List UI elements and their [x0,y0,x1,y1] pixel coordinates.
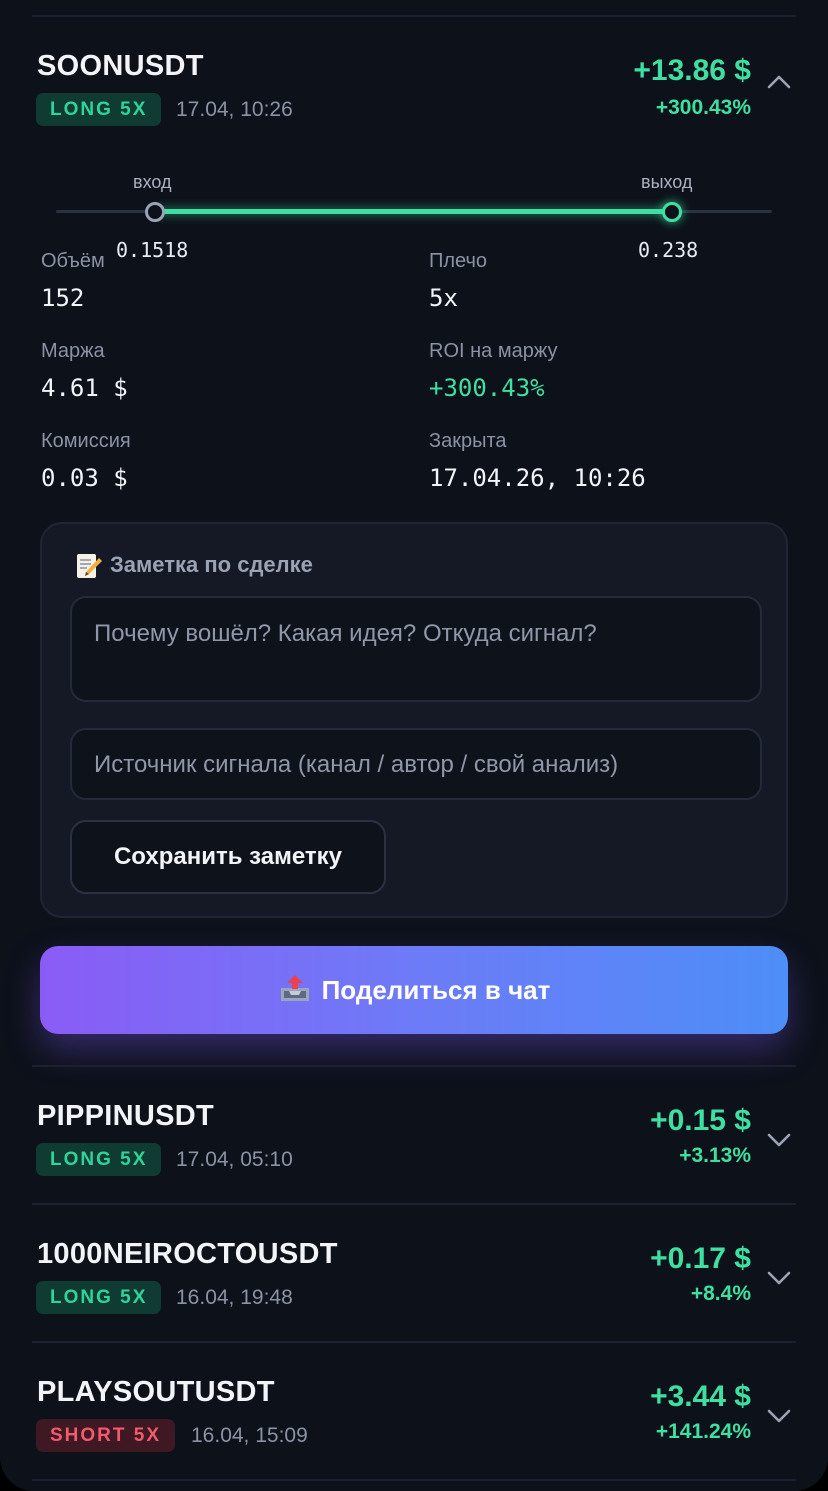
closed-label: Закрыта [429,430,507,452]
pnl-usd: +3.44 $ [650,1380,751,1413]
leverage-value: 5x [429,284,458,312]
side-badge: LONG 5X [36,93,162,126]
side-badge: SHORT 5X [36,1419,176,1452]
volume-value: 152 [41,284,85,312]
share-label: Поделиться в чат [321,975,551,1005]
leverage-label: Плечо [429,250,488,272]
entry-marker [145,202,165,222]
trade-date: 17.04, 10:26 [176,98,293,121]
pnl-percent: +8.4% [690,1282,751,1305]
trade-date: 17.04, 05:10 [176,1148,293,1171]
pnl-percent: +141.24% [655,1420,751,1443]
chevron-down-icon[interactable] [764,1125,794,1155]
trade-date: 16.04, 19:48 [176,1286,293,1309]
trade-note-card: Заметка по сделке Почему вошёл? Какая ид… [40,522,788,918]
note-title: Заметка по сделке [110,552,313,577]
volume-label: Объём [41,250,105,272]
trade-row[interactable]: PLAYSOUTUSDT SHORT 5X 16.04, 15:09 +3.44… [0,1376,828,1476]
price-range-fill [155,209,672,214]
margin-value: 4.61 $ [41,374,128,402]
divider [32,1203,796,1205]
share-to-chat-button[interactable]: Поделиться в чат [40,946,788,1034]
trade-row[interactable]: PIPPINUSDT LONG 5X 17.04, 05:10 +0.15 $ … [0,1100,828,1200]
trade-header-soonusdt[interactable]: SOONUSDT LONG 5X 17.04, 10:26 +13.86 $ +… [0,50,828,150]
chevron-down-icon[interactable] [764,1401,794,1431]
chevron-down-icon[interactable] [764,1263,794,1293]
pnl-percent: +3.13% [679,1144,751,1167]
signal-source-input[interactable]: Источник сигнала (канал / автор / свой а… [70,728,762,800]
outbox-tray-icon [280,975,309,1002]
exit-price: 0.238 [638,238,699,262]
trade-idea-input[interactable]: Почему вошёл? Какая идея? Откуда сигнал? [70,596,762,702]
fee-label: Комиссия [41,430,131,452]
divider [32,1065,796,1067]
pnl-usd: +13.86 $ [633,54,751,87]
pnl-percent: +300.43% [655,96,751,119]
roi-label: ROI на маржу [429,340,558,362]
memo-icon [77,554,102,578]
fee-value: 0.03 $ [41,464,128,492]
exit-marker [662,202,682,222]
divider [32,1479,796,1481]
trade-date: 16.04, 15:09 [191,1424,308,1447]
chevron-up-icon[interactable] [764,67,794,97]
exit-label: выход [641,172,693,192]
trade-symbol: SOONUSDT [37,50,204,82]
pnl-usd: +0.15 $ [650,1104,751,1137]
margin-label: Маржа [41,340,105,362]
trade-symbol: PIPPINUSDT [37,1100,215,1132]
side-badge: LONG 5X [36,1143,162,1176]
entry-label: вход [133,172,172,192]
divider [32,1341,796,1343]
roi-value: +300.43% [429,374,545,402]
pnl-usd: +0.17 $ [650,1242,751,1275]
divider [32,15,796,17]
trade-symbol: 1000NEIROCTOUSDT [37,1238,338,1270]
closed-value: 17.04.26, 10:26 [429,464,646,492]
trade-row[interactable]: 1000NEIROCTOUSDT LONG 5X 16.04, 19:48 +0… [0,1238,828,1338]
trade-history-panel: SOONUSDT LONG 5X 17.04, 10:26 +13.86 $ +… [0,0,828,1491]
side-badge: LONG 5X [36,1281,162,1314]
trade-symbol: PLAYSOUTUSDT [37,1376,275,1408]
entry-price: 0.1518 [116,238,189,262]
save-note-button[interactable]: Сохранить заметку [70,820,386,894]
